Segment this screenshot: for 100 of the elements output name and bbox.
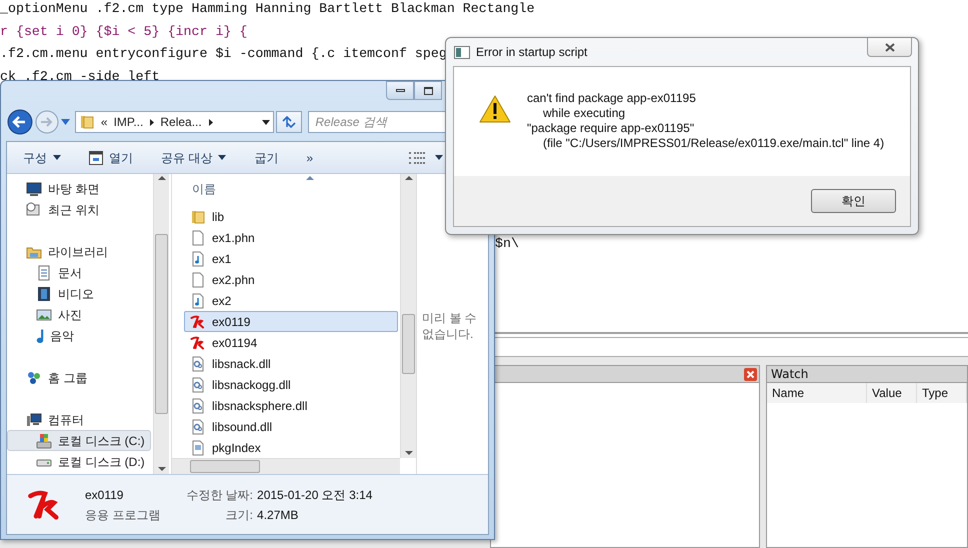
close-icon: [884, 42, 894, 52]
column-header[interactable]: Type: [917, 383, 967, 403]
horizontal-scrollbar[interactable]: [172, 458, 400, 474]
nav-item[interactable]: 바탕 화면: [7, 178, 151, 199]
dialog-title: Error in startup script: [476, 44, 588, 61]
dropdown-arrow-icon: [53, 155, 61, 160]
file-row[interactable]: lib: [184, 206, 398, 227]
toolbar-button[interactable]: »: [300, 146, 320, 170]
maximize-button[interactable]: [414, 81, 442, 100]
window-icon: [454, 46, 470, 58]
script-file-icon: [190, 440, 206, 456]
file-row[interactable]: libsnackogg.dll: [184, 374, 398, 395]
error-message-line: "package require app-ex01195": [527, 121, 696, 136]
error-message-line: while executing: [542, 106, 626, 121]
chevron-right-icon[interactable]: [150, 118, 154, 126]
file-row[interactable]: ex01194: [184, 332, 398, 353]
field-label: 크기:: [224, 506, 254, 524]
gear-file-icon: [190, 398, 206, 414]
breadcrumb-item[interactable]: IMP...: [114, 113, 144, 132]
audio-file-icon: [190, 250, 206, 266]
chevron-right-icon[interactable]: [208, 118, 213, 126]
tk-logo-icon: [190, 336, 206, 350]
file-icon: [190, 272, 206, 288]
close-icon[interactable]: [744, 368, 757, 380]
vertical-scrollbar[interactable]: [153, 174, 169, 474]
code-line: .f2.cm.menu entryconfigure $i -command {.c itemconf speg: [0, 46, 447, 61]
column-header[interactable]: Value: [867, 383, 917, 403]
list-view-icon: [409, 152, 425, 164]
column-header[interactable]: 이름: [184, 180, 216, 198]
file-icon: [190, 230, 206, 246]
file-row[interactable]: libsnack.dll: [184, 353, 398, 374]
toolbar-button[interactable]: 공유 대상: [155, 146, 232, 170]
gear-file-icon: [190, 418, 206, 434]
gear-file-icon: [190, 376, 206, 392]
nav-item[interactable]: 음악: [7, 325, 151, 346]
ok-button[interactable]: 확인: [811, 189, 896, 213]
nav-item[interactable]: 최근 위치: [7, 199, 151, 220]
field-value: 2015-01-20 오전 3:14: [257, 486, 372, 504]
code-line: _optionMenu .f2.cm type Hamming Hanning Bartlett Blackman Rectangle: [0, 1, 535, 16]
file-row[interactable]: ex1: [184, 248, 398, 269]
input-field[interactable]: [495, 337, 968, 357]
toolbar-button[interactable]: 굽기: [248, 146, 284, 170]
file-name: ex0119: [85, 486, 124, 504]
picture-icon: [36, 306, 52, 322]
file-row[interactable]: ex1.phn: [184, 227, 398, 248]
file-row[interactable]: ex2: [184, 290, 398, 311]
vertical-scrollbar[interactable]: [400, 174, 416, 458]
refresh-arrows-icon: [282, 116, 296, 128]
breadcrumb-item[interactable]: Relea...: [160, 113, 202, 132]
window-icon: [89, 150, 103, 164]
breadcrumb-overflow[interactable]: «: [100, 113, 108, 132]
code-line: ck .f2.cm -side left: [0, 68, 160, 84]
refresh-button[interactable]: [276, 111, 302, 134]
toolbar-button[interactable]: 열기: [83, 146, 139, 170]
error-message-line: (file "C:/Users/IMPRESS01/Release/ex0119.exe/main.tcl" line 4): [542, 136, 884, 151]
file-row[interactable]: pkgIndex: [184, 437, 398, 458]
view-options-button[interactable]: [409, 152, 443, 164]
audio-file-icon: [190, 292, 206, 308]
address-bar[interactable]: « IMP... Relea...: [74, 111, 274, 134]
preview-message: 미리 볼 수 없습니다.: [422, 310, 478, 342]
disk-drive-icon: [36, 432, 52, 448]
column-header[interactable]: Name: [767, 383, 867, 403]
file-row[interactable]: libsnacksphere.dll: [184, 395, 398, 416]
field-value: 4.27MB: [257, 506, 300, 524]
dropdown-arrow-icon: [435, 155, 443, 160]
music-note-icon: [36, 328, 44, 342]
error-message-line: can't find package app-ex01195: [527, 91, 697, 106]
film-icon: [36, 286, 52, 302]
monitor-icon: [26, 180, 42, 196]
back-arrow-button[interactable]: [7, 109, 33, 136]
file-row[interactable]: ex0119: [184, 311, 398, 332]
minimize-button[interactable]: [386, 81, 414, 100]
gear-file-icon: [190, 356, 206, 372]
file-row[interactable]: ex2.phn: [184, 269, 398, 290]
nav-item[interactable]: 로컬 디스크 (C:): [7, 430, 151, 451]
nav-item[interactable]: 홈 그룹: [7, 367, 151, 388]
nav-item[interactable]: 로컬 디스크 (D:): [7, 451, 151, 472]
folder-icon: [78, 114, 95, 130]
recent-places-icon: [26, 202, 42, 218]
homegroup-icon: [26, 370, 42, 386]
sort-arrow-icon: [306, 176, 314, 180]
toolbar-button[interactable]: 구성: [17, 146, 67, 170]
nav-item[interactable]: 사진: [7, 304, 151, 325]
tk-logo-icon: [190, 314, 206, 328]
dropdown-arrow-icon[interactable]: [262, 120, 270, 125]
code-line: r {set i 0} {$i < 5} {incr i} {: [0, 24, 248, 38]
nav-item[interactable]: 컴퓨터: [7, 409, 151, 430]
file-type: 응용 프로그램: [85, 506, 160, 524]
computer-icon: [26, 412, 42, 428]
dropdown-arrow-icon: [218, 155, 226, 160]
file-row[interactable]: libsound.dll: [184, 416, 398, 437]
nav-item[interactable]: 비디오: [7, 283, 151, 304]
code-line: $n\: [495, 236, 519, 251]
field-label: 수정한 날짜:: [186, 486, 254, 504]
folder-icon: [190, 208, 206, 224]
document-icon: [36, 264, 52, 280]
nav-item[interactable]: 문서: [7, 262, 151, 283]
close-button[interactable]: [867, 38, 912, 57]
nav-item[interactable]: 라이브러리: [7, 241, 151, 262]
warning-icon: [479, 95, 511, 123]
